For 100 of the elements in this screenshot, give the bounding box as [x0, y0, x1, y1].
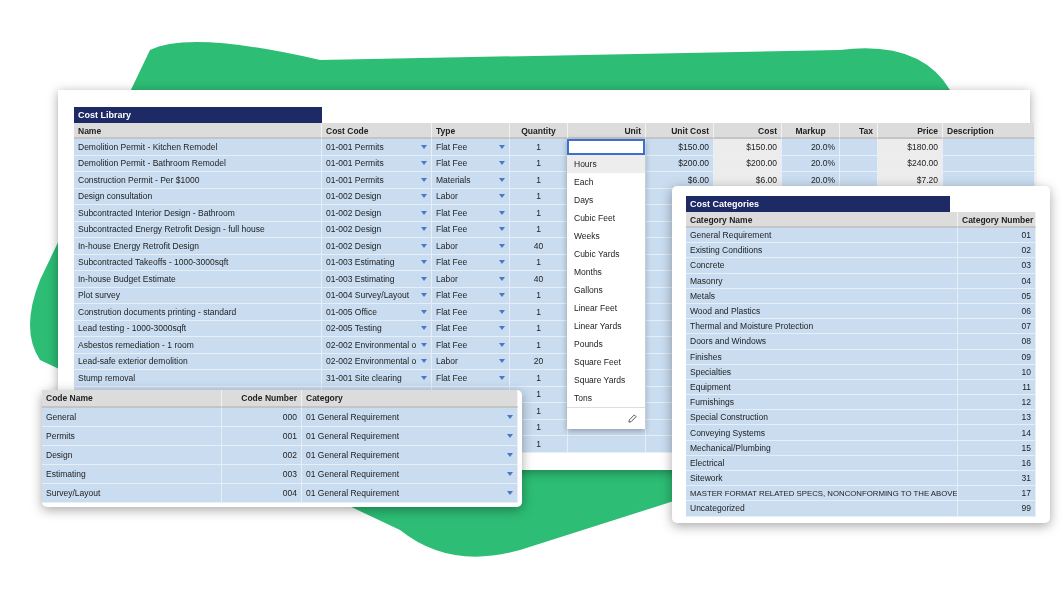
caret-icon[interactable] [421, 309, 427, 314]
table-cell[interactable]: Labor [432, 238, 510, 255]
table-cell[interactable]: 01-005 Office [322, 304, 432, 321]
column-header: Description [943, 123, 1035, 139]
table-cell[interactable]: 01 General Requirement [302, 408, 518, 427]
table-cell: Constrution documents printing - standard [74, 304, 322, 321]
caret-icon[interactable] [499, 243, 505, 248]
column-header: Code Number [222, 390, 302, 408]
menu-item[interactable]: Pounds [567, 335, 645, 353]
table-cell: 40 [510, 271, 568, 288]
caret-icon[interactable] [499, 359, 505, 364]
table-cell: 002 [222, 446, 302, 465]
caret-icon[interactable] [507, 491, 513, 495]
table-cell[interactable]: Materials [432, 172, 510, 189]
caret-icon[interactable] [421, 375, 427, 380]
caret-icon[interactable] [421, 293, 427, 298]
table-cell[interactable]: Labor [432, 271, 510, 288]
table-cell: 000 [222, 408, 302, 427]
caret-icon[interactable] [499, 276, 505, 281]
column-header: Category [302, 390, 518, 408]
table-cell: Concrete [686, 258, 958, 274]
table-cell[interactable]: Flat Fee [432, 139, 510, 156]
table-cell[interactable]: 31-001 Site clearing [322, 370, 432, 387]
table-cell: 40 [510, 238, 568, 255]
menu-item[interactable]: Linear Feet [567, 299, 645, 317]
caret-icon[interactable] [499, 210, 505, 215]
caret-icon[interactable] [499, 194, 505, 199]
table-cell[interactable]: 01 General Requirement [302, 484, 518, 503]
table-cell[interactable]: 01-001 Permits [322, 172, 432, 189]
caret-icon[interactable] [499, 260, 505, 265]
table-cell[interactable]: Flat Fee [432, 304, 510, 321]
sheet-title: Cost Library [74, 107, 322, 123]
menu-item[interactable]: Linear Yards [567, 317, 645, 335]
caret-icon[interactable] [421, 359, 427, 364]
column-header: Category Number [958, 212, 1036, 228]
caret-icon[interactable] [421, 161, 427, 166]
table-cell [840, 139, 878, 156]
caret-icon[interactable] [499, 309, 505, 314]
caret-icon[interactable] [507, 434, 513, 438]
caret-icon[interactable] [499, 144, 505, 149]
caret-icon[interactable] [499, 342, 505, 347]
table-cell: Furnishings [686, 395, 958, 411]
menu-item[interactable]: Weeks [567, 227, 645, 245]
table-cell: 20.0% [782, 139, 840, 156]
menu-item[interactable]: Square Yards [567, 371, 645, 389]
table-cell: Sitework [686, 471, 958, 487]
table-cell[interactable]: 01-003 Estimating [322, 271, 432, 288]
caret-icon[interactable] [421, 326, 427, 331]
caret-icon[interactable] [421, 260, 427, 265]
caret-icon[interactable] [499, 161, 505, 166]
table-cell[interactable]: Flat Fee [432, 337, 510, 354]
table-cell: 001 [222, 427, 302, 446]
column-header: Name [74, 123, 322, 139]
caret-icon[interactable] [499, 177, 505, 182]
table-cell[interactable]: 01-002 Design [322, 205, 432, 222]
caret-icon[interactable] [421, 210, 427, 215]
table-cell[interactable]: 01 General Requirement [302, 465, 518, 484]
table-cell[interactable]: 01-002 Design [322, 238, 432, 255]
table-cell[interactable]: Flat Fee [432, 205, 510, 222]
table-cell: 1 [510, 172, 568, 189]
menu-item[interactable]: Each [567, 173, 645, 191]
caret-icon[interactable] [421, 342, 427, 347]
caret-icon[interactable] [421, 144, 427, 149]
caret-icon[interactable] [421, 276, 427, 281]
table-cell: 1 [510, 337, 568, 354]
menu-item[interactable]: Hours [567, 155, 645, 173]
caret-icon[interactable] [499, 326, 505, 331]
caret-icon[interactable] [421, 177, 427, 182]
menu-item[interactable]: Cubic Yards [567, 245, 645, 263]
table-cell[interactable]: Flat Fee [432, 370, 510, 387]
table-cell[interactable]: 01-001 Permits [322, 139, 432, 156]
table-cell[interactable]: 01 General Requirement [302, 427, 518, 446]
caret-icon[interactable] [499, 227, 505, 232]
column-header: Markup [782, 123, 840, 139]
menu-item[interactable]: Days [567, 191, 645, 209]
table-cell[interactable]: 02-002 Environmental o [322, 337, 432, 354]
table-cell[interactable]: 01 General Requirement [302, 446, 518, 465]
menu-item[interactable]: Gallons [567, 281, 645, 299]
table-cell: 1 [510, 205, 568, 222]
caret-icon[interactable] [507, 472, 513, 476]
column-header: Tax [840, 123, 878, 139]
table-cell: $6.00 [646, 172, 714, 189]
menu-item[interactable]: Cubic Feet [567, 209, 645, 227]
menu-item[interactable]: Square Feet [567, 353, 645, 371]
table-cell: 004 [222, 484, 302, 503]
caret-icon[interactable] [507, 415, 513, 419]
active-cell[interactable] [567, 139, 645, 155]
menu-item[interactable]: Tons [567, 389, 645, 407]
column-header: Unit Cost [646, 123, 714, 139]
caret-icon[interactable] [421, 194, 427, 199]
column-header: Unit [568, 123, 646, 139]
pencil-icon[interactable] [628, 414, 637, 423]
caret-icon[interactable] [499, 293, 505, 298]
table-cell: Demolition Permit - Kitchen Remodel [74, 139, 322, 156]
menu-item[interactable]: Months [567, 263, 645, 281]
caret-icon[interactable] [421, 227, 427, 232]
caret-icon[interactable] [421, 243, 427, 248]
table-cell[interactable] [568, 436, 646, 453]
caret-icon[interactable] [499, 375, 505, 380]
caret-icon[interactable] [507, 453, 513, 457]
